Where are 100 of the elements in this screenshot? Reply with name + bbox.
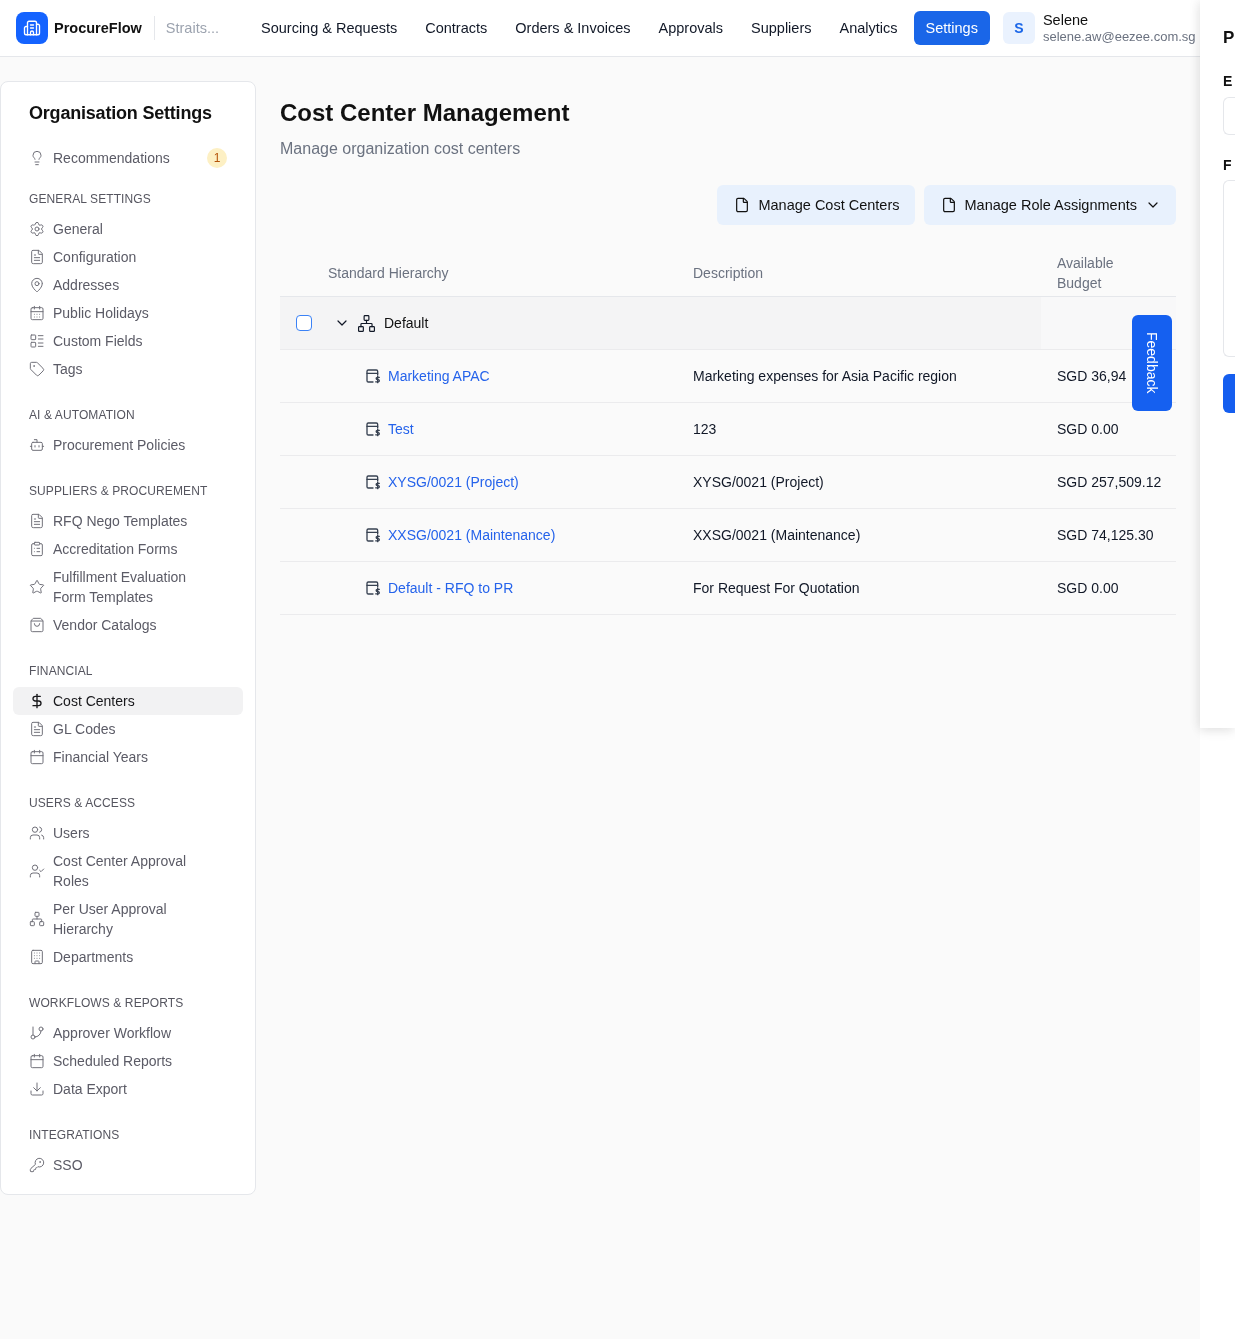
- nav-link[interactable]: Suppliers: [739, 11, 824, 45]
- input-field[interactable]: [1223, 97, 1235, 135]
- nav-link[interactable]: Approvals: [646, 11, 736, 45]
- section-heading: AI & AUTOMATION: [29, 407, 135, 423]
- card-dollar-icon: [365, 368, 381, 384]
- section-heading: GENERAL SETTINGS: [29, 191, 151, 207]
- sidebar-item[interactable]: Cost Centers: [13, 687, 243, 715]
- building-icon: [29, 949, 45, 965]
- table-cell-text: XXSG/0021 (Maintenance): [692, 527, 862, 543]
- sidebar-item[interactable]: Cost Center Approval Roles: [13, 847, 243, 895]
- table-cell-text: SGD 0.00: [1056, 580, 1120, 596]
- list-icon: [29, 333, 45, 349]
- sidebar-title: Organisation Settings: [29, 102, 212, 125]
- tag-icon: [29, 361, 45, 377]
- sidebar-item[interactable]: Public Holidays: [13, 299, 243, 327]
- cost-center-link[interactable]: XYSG/0021 (Project): [388, 474, 519, 490]
- nav-link[interactable]: Sourcing & Requests: [249, 11, 410, 45]
- cost-center-link[interactable]: Test: [388, 421, 414, 437]
- cost-center-link[interactable]: XXSG/0021 (Maintenance): [388, 527, 556, 543]
- sidebar-item[interactable]: Users: [13, 819, 243, 847]
- section-heading: USERS & ACCESS: [29, 795, 136, 811]
- sidebar-item[interactable]: Recommendations 1: [13, 144, 243, 172]
- column-header: Standard Hierarchy: [327, 264, 450, 283]
- calendar-icon: [29, 749, 45, 765]
- sidebar-item[interactable]: SSO: [13, 1151, 243, 1179]
- section-heading: WORKFLOWS & REPORTS: [29, 995, 184, 1011]
- table-cell-text: SGD 74,125.30: [1056, 527, 1155, 543]
- nav-link[interactable]: Orders & Invoices: [503, 11, 643, 45]
- file-icon: [940, 197, 957, 213]
- key-icon: [29, 1157, 45, 1173]
- nav-link[interactable]: Settings: [913, 11, 990, 45]
- settings-icon: [29, 221, 45, 237]
- group-name: Default: [384, 315, 429, 331]
- sidebar-item[interactable]: Data Export: [13, 1075, 243, 1103]
- column-header: Available Budget: [1056, 254, 1115, 293]
- section-heading: INTEGRATIONS: [29, 1127, 120, 1143]
- card-dollar-icon: [365, 421, 381, 437]
- panel-title: P: [1223, 27, 1235, 49]
- table-cell-text: 123: [692, 421, 718, 437]
- branch-icon: [29, 1025, 45, 1041]
- sidebar-item[interactable]: Accreditation Forms: [13, 535, 243, 563]
- user-email: selene.aw@eezee.com.sg: [1042, 29, 1196, 44]
- logo-icon[interactable]: [16, 12, 48, 44]
- map-pin-icon: [29, 277, 45, 293]
- card-dollar-icon: [365, 580, 381, 596]
- sidebar-item[interactable]: Financial Years: [13, 743, 243, 771]
- sidebar-item[interactable]: Addresses: [13, 271, 243, 299]
- download-icon: [29, 1081, 45, 1097]
- field-label: E: [1223, 73, 1233, 89]
- dollar-icon: [29, 693, 45, 709]
- table-cell-text: XYSG/0021 (Project): [692, 474, 825, 490]
- cost-center-link[interactable]: Default - RFQ to PR: [388, 580, 514, 596]
- sidebar-item[interactable]: General: [13, 215, 243, 243]
- document-icon: [29, 249, 45, 265]
- action-button[interactable]: Manage Role Assignments: [923, 185, 1176, 225]
- sidebar-item[interactable]: Procurement Policies: [13, 431, 243, 459]
- robot-icon: [29, 437, 45, 453]
- column-header: Description: [692, 264, 765, 283]
- page-title: Cost Center Management: [280, 98, 570, 128]
- sidebar-item[interactable]: Approver Workflow: [13, 1019, 243, 1047]
- cost-center-link[interactable]: Marketing APAC: [388, 368, 490, 384]
- sidebar-item[interactable]: RFQ Nego Templates: [13, 507, 243, 535]
- sidebar-item[interactable]: GL Codes: [13, 715, 243, 743]
- count-badge: 1: [207, 148, 227, 168]
- clipboard-icon: [29, 541, 45, 557]
- users-icon: [29, 825, 45, 841]
- card-dollar-icon: [365, 474, 381, 490]
- nav-link[interactable]: Contracts: [413, 11, 500, 45]
- sidebar-item[interactable]: Vendor Catalogs: [13, 611, 243, 639]
- file-icon: [734, 197, 751, 213]
- action-button[interactable]: Manage Cost Centers: [717, 185, 915, 225]
- field-label: F: [1223, 157, 1232, 173]
- checkbox[interactable]: [296, 315, 312, 331]
- sidebar-item[interactable]: Fulfillment Evaluation Form Templates: [13, 563, 243, 611]
- table-cell-text: For Request For Quotation: [692, 580, 861, 596]
- sidebar-item[interactable]: Per User Approval Hierarchy: [13, 895, 243, 943]
- sidebar-item[interactable]: Scheduled Reports: [13, 1047, 243, 1075]
- submit-button[interactable]: [1223, 374, 1235, 413]
- user-name: Selene: [1042, 12, 1089, 29]
- user-avatar[interactable]: S: [1002, 12, 1035, 44]
- sidebar-item[interactable]: Tags: [13, 355, 243, 383]
- section-heading: SUPPLIERS & PROCUREMENT: [29, 483, 208, 499]
- table-cell-text: Marketing expenses for Asia Pacific region: [692, 368, 958, 384]
- table-cell-text: SGD 257,509.12: [1056, 474, 1163, 490]
- user-check-icon: [29, 863, 45, 879]
- document-icon: [29, 721, 45, 737]
- sidebar-item[interactable]: Departments: [13, 943, 243, 971]
- sidebar-item[interactable]: Configuration: [13, 243, 243, 271]
- hierarchy-icon: [29, 911, 45, 927]
- calendar-icon: [29, 305, 45, 321]
- feedback-tab[interactable]: Feedback: [1132, 315, 1172, 411]
- brand-name: ProcureFlow: [54, 20, 142, 36]
- nav-link[interactable]: Analytics: [827, 11, 910, 45]
- table-cell-text: SGD 0.00: [1056, 421, 1120, 437]
- hierarchy-icon: [357, 313, 376, 333]
- sidebar-item[interactable]: Custom Fields: [13, 327, 243, 355]
- textarea-field[interactable]: [1223, 180, 1235, 357]
- star-icon: [29, 579, 45, 595]
- card-dollar-icon: [365, 527, 381, 543]
- lightbulb-icon: [29, 150, 45, 166]
